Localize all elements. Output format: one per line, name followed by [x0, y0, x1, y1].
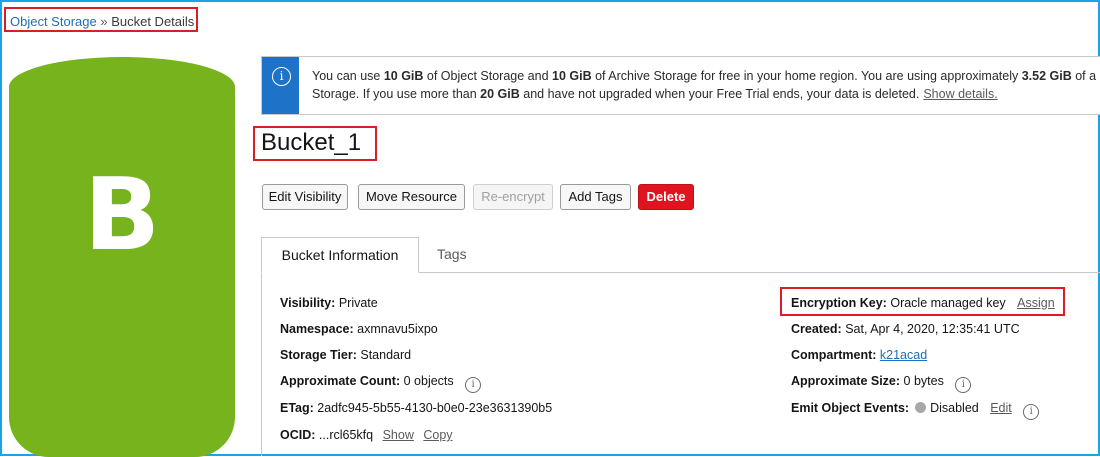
tab-bucket-information[interactable]: Bucket Information — [261, 237, 419, 273]
approximate-count-info-icon[interactable]: i — [465, 377, 482, 393]
delete-button[interactable]: Delete — [638, 184, 694, 210]
edit-visibility-button[interactable]: Edit Visibility — [262, 184, 348, 210]
namespace-value: axmnavu5ixpo — [357, 322, 438, 336]
ocid-value: ...rcl65kfq — [318, 428, 374, 442]
bucket-badge-letter: B — [83, 156, 161, 273]
free-tier-notice: i You can use 10 GiB of Object Storage a… — [261, 56, 1100, 115]
breadcrumb-separator: » — [100, 14, 108, 29]
panel-border — [261, 273, 262, 456]
ocid-copy-link[interactable]: Copy — [423, 428, 452, 442]
notice-text: You can use 10 GiB of Object Storage and… — [312, 67, 1100, 103]
add-tags-button[interactable]: Add Tags — [560, 184, 631, 210]
created-value: Sat, Apr 4, 2020, 12:35:41 UTC — [845, 322, 1020, 336]
title-highlight: Bucket_1 — [253, 126, 377, 161]
approximate-size-row: Approximate Size: 0 bytes i — [791, 373, 972, 393]
breadcrumb: Object Storage » Bucket Details — [4, 7, 198, 32]
emit-events-row: Emit Object Events: Disabled Edit i — [791, 400, 1040, 420]
approximate-count-row: Approximate Count: 0 objects i — [280, 373, 482, 393]
bucket-badge: B — [9, 57, 235, 457]
encryption-key-row: Encryption Key: Oracle managed key Assig… — [791, 296, 1055, 310]
storage-tier-row: Storage Tier: Standard — [280, 348, 412, 362]
show-details-link[interactable]: Show details. — [923, 87, 997, 101]
ocid-row: OCID: ...rcl65kfq Show Copy — [280, 428, 453, 442]
re-encrypt-button[interactable]: Re-encrypt — [473, 184, 553, 210]
storage-tier-value: Standard — [360, 348, 412, 362]
breadcrumb-object-storage-link[interactable]: Object Storage — [10, 14, 97, 29]
move-resource-button[interactable]: Move Resource — [358, 184, 465, 210]
assign-key-link[interactable]: Assign — [1017, 296, 1055, 310]
visibility-value: Private — [338, 296, 378, 310]
breadcrumb-current: Bucket Details — [111, 14, 195, 29]
notice-line-2: Storage. If you use more than 20 GiB and… — [312, 87, 998, 101]
compartment-link[interactable]: k21acad — [880, 348, 927, 362]
visibility-row: Visibility: Private — [280, 296, 378, 310]
bucket-badge-top — [9, 57, 235, 117]
emit-events-value: Disabled — [930, 401, 979, 415]
approximate-size-info-icon[interactable]: i — [955, 377, 972, 393]
approximate-count-value: 0 objects — [403, 374, 454, 388]
etag-value: 2adfc945-5b55-4130-b0e0-23e3631390b5 — [317, 401, 553, 415]
namespace-row: Namespace: axmnavu5ixpo — [280, 322, 438, 336]
approximate-size-value: 0 bytes — [903, 374, 944, 388]
ocid-show-link[interactable]: Show — [383, 428, 414, 442]
info-icon: i — [272, 67, 291, 86]
tab-tags[interactable]: Tags — [437, 237, 467, 271]
emit-events-info-icon[interactable]: i — [1023, 404, 1040, 420]
notice-icon-bar: i — [262, 57, 299, 114]
etag-row: ETag: 2adfc945-5b55-4130-b0e0-23e3631390… — [280, 401, 553, 415]
status-dot-icon — [915, 402, 927, 413]
notice-line-1: You can use 10 GiB of Object Storage and… — [312, 69, 1097, 83]
compartment-row: Compartment: k21acad — [791, 348, 928, 362]
emit-events-edit-link[interactable]: Edit — [990, 401, 1012, 415]
page-title: Bucket_1 — [261, 129, 362, 156]
created-row: Created: Sat, Apr 4, 2020, 12:35:41 UTC — [791, 322, 1020, 336]
encryption-key-value: Oracle managed key — [890, 296, 1006, 310]
